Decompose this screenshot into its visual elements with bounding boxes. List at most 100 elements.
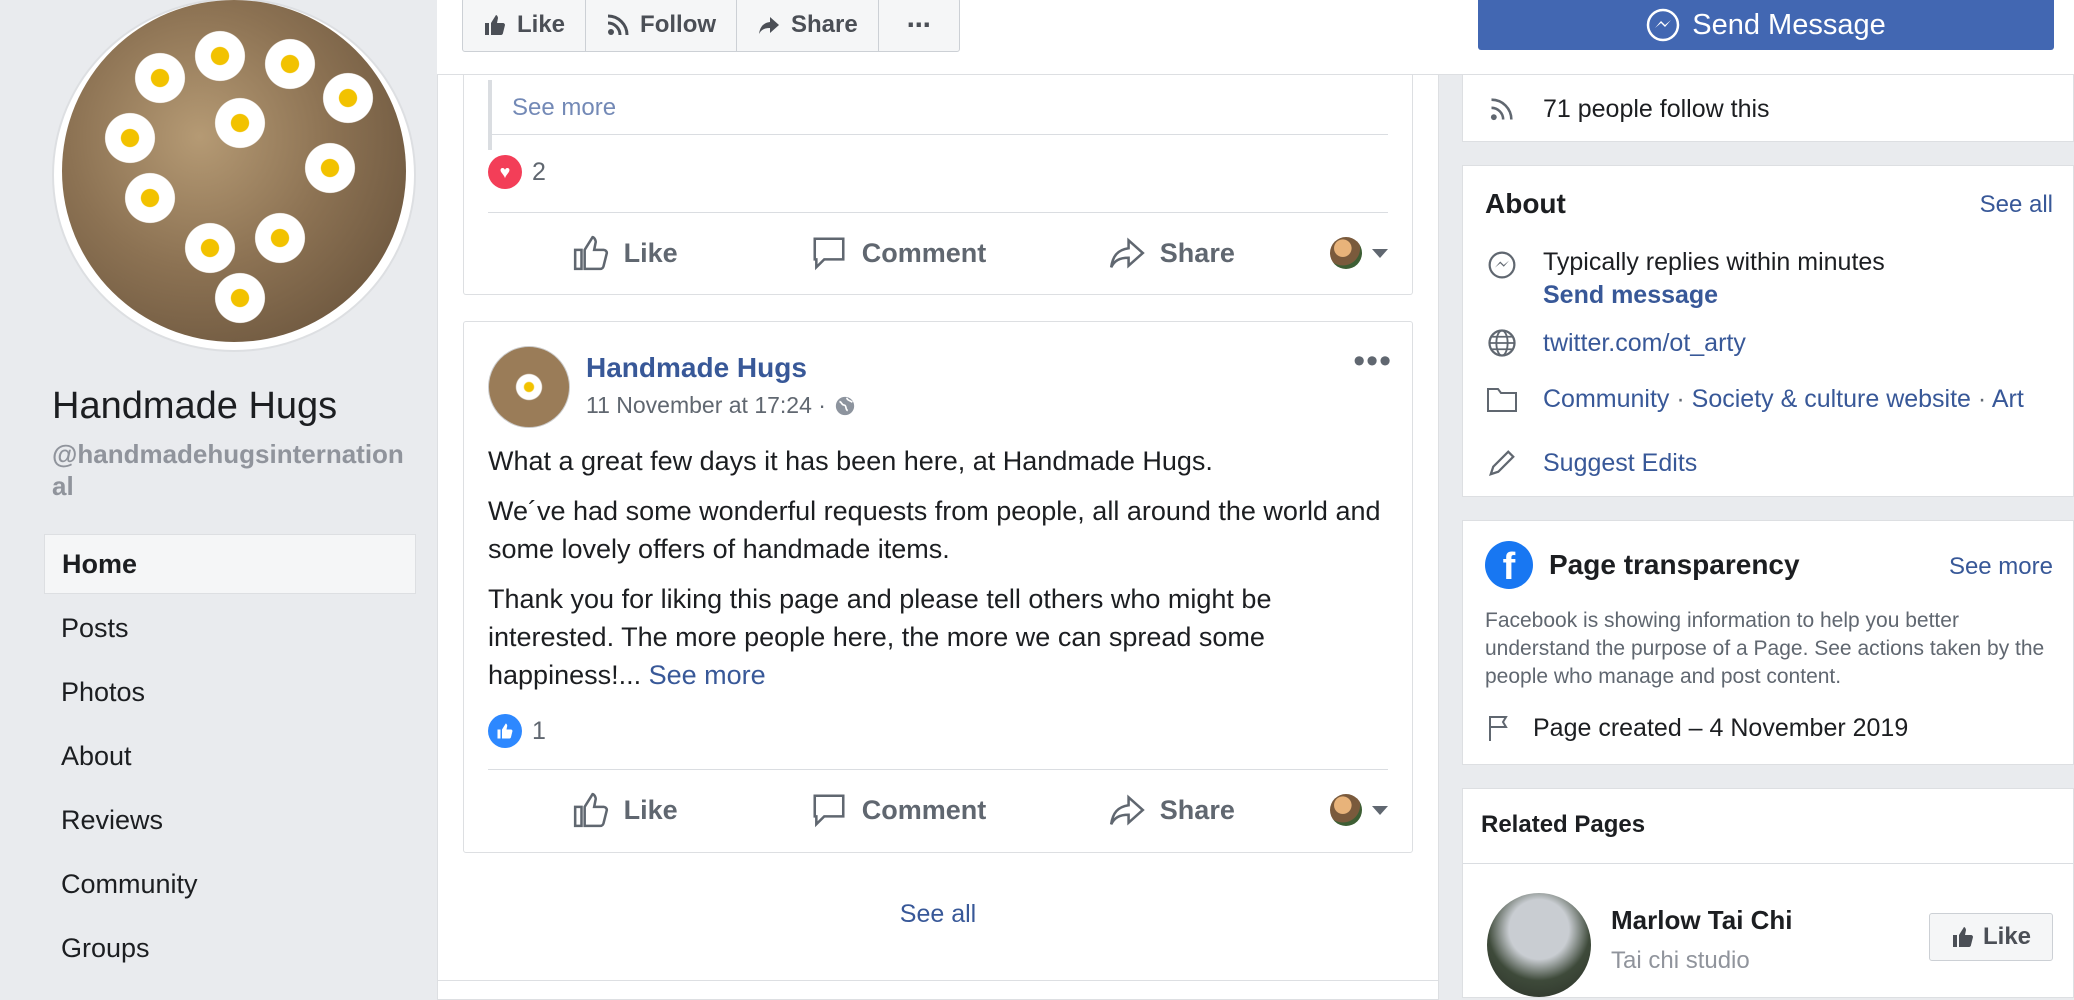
nav-item-groups[interactable]: Groups xyxy=(44,918,416,982)
website-row: twitter.com/ot_arty xyxy=(1485,326,1746,360)
followers-card: 71 people follow this xyxy=(1462,74,2074,142)
facebook-logo-icon: f xyxy=(1485,541,1533,589)
page-transparency-card: f Page transparency See more Facebook is… xyxy=(1462,520,2074,765)
transparency-description: Facebook is showing information to help … xyxy=(1485,609,2045,688)
thumbs-up-outline-icon xyxy=(573,235,608,271)
post-actions: Like Comment Share xyxy=(488,218,1388,288)
transparency-see-more-link[interactable]: See more xyxy=(1949,553,2053,581)
nav-item-about[interactable]: About xyxy=(44,726,416,790)
category-link[interactable]: Community xyxy=(1543,385,1669,413)
reaction-count: 1 xyxy=(532,716,546,745)
more-dots-icon: ⋯ xyxy=(906,11,931,39)
page-created-row: Page created – 4 November 2019 xyxy=(1485,711,1908,745)
user-avatar xyxy=(1329,237,1362,269)
post-actions: Like Comment Share xyxy=(488,775,1388,845)
divider xyxy=(488,134,1388,135)
divider xyxy=(488,212,1388,213)
post-card: Handmade Hugs 11 November at 17:24 · •••… xyxy=(463,321,1413,853)
like-reaction-icon xyxy=(488,714,522,748)
page-name: Handmade Hugs xyxy=(52,385,338,427)
post-author-name[interactable]: Handmade Hugs xyxy=(586,352,856,384)
profile-picture[interactable] xyxy=(54,0,414,350)
page-follow-button[interactable]: Follow xyxy=(586,0,738,51)
post-comment-button[interactable]: Comment xyxy=(761,234,1034,272)
thumbs-up-icon xyxy=(485,15,505,35)
website-link[interactable]: twitter.com/ot_arty xyxy=(1543,329,1746,358)
thumbs-up-icon xyxy=(1952,927,1973,947)
post-card: See more ♥ 2 Like Comment Share xyxy=(463,40,1413,295)
next-card xyxy=(437,980,1439,1000)
globe-icon xyxy=(1485,326,1519,360)
page-handle: @handmadehugsinternational xyxy=(52,439,404,501)
left-sidebar: Handmade Hugs @handmadehugsinternational… xyxy=(0,0,436,994)
chevron-down-icon xyxy=(1371,805,1388,815)
nav-item-community[interactable]: Community xyxy=(44,854,416,918)
chevron-down-icon xyxy=(1371,248,1388,258)
share-arrow-icon xyxy=(1109,794,1145,826)
transparency-header: f Page transparency xyxy=(1485,541,1800,589)
page-action-buttons: Like Follow Share ⋯ xyxy=(462,0,960,52)
related-pages-title: Related Pages xyxy=(1481,811,1646,838)
see-all-posts-link[interactable]: See all xyxy=(463,900,1413,929)
messenger-icon xyxy=(1485,248,1519,282)
response-time: Typically replies within minutes xyxy=(1543,248,1885,276)
post-as-selector[interactable] xyxy=(1308,794,1388,826)
page-like-button[interactable]: Like xyxy=(463,0,587,51)
post-text: What a great few days it has been here, … xyxy=(488,442,1388,706)
page-more-button[interactable]: ⋯ xyxy=(879,0,959,51)
about-see-all-link[interactable]: See all xyxy=(1980,191,2053,219)
divider xyxy=(1463,863,2073,864)
divider xyxy=(488,769,1388,770)
send-message-button[interactable]: Send Message xyxy=(1478,0,2054,50)
comment-icon xyxy=(813,794,845,828)
page-created-date: Page created – 4 November 2019 xyxy=(1533,713,1909,742)
flag-icon xyxy=(1485,711,1519,745)
user-avatar xyxy=(1329,794,1362,826)
rss-icon xyxy=(1485,92,1519,126)
nav-item-posts[interactable]: Posts xyxy=(44,598,416,662)
see-more-link[interactable]: See more xyxy=(649,660,766,690)
related-pages-card: Related Pages Marlow Tai Chi Tai chi stu… xyxy=(1462,788,2074,998)
quote-bar xyxy=(488,80,492,150)
transparency-title: Page transparency xyxy=(1549,549,1800,580)
pencil-icon xyxy=(1485,446,1519,480)
response-row: Typically replies within minutes Send me… xyxy=(1485,248,1885,310)
post-like-button[interactable]: Like xyxy=(488,791,761,829)
about-title: About xyxy=(1485,188,1566,219)
reaction-summary[interactable]: 1 xyxy=(488,714,546,748)
post-comment-button[interactable]: Comment xyxy=(761,791,1034,829)
post-paragraph: What a great few days it has been here, … xyxy=(488,446,1213,476)
post-share-button[interactable]: Share xyxy=(1035,791,1308,829)
followers-row: 71 people follow this xyxy=(1485,92,1770,126)
suggest-edits-link[interactable]: Suggest Edits xyxy=(1543,449,1697,478)
post-author-avatar[interactable] xyxy=(488,346,570,428)
profile-photo-daisies xyxy=(62,0,406,342)
page-share-button[interactable]: Share xyxy=(737,0,879,51)
send-message-link[interactable]: Send message xyxy=(1543,281,1885,310)
nav-item-photos[interactable]: Photos xyxy=(44,662,416,726)
related-page-like-button[interactable]: Like xyxy=(1929,913,2053,961)
globe-icon xyxy=(835,396,855,415)
share-arrow-icon xyxy=(1109,237,1145,269)
related-page-avatar[interactable] xyxy=(1487,893,1591,997)
thumbs-up-outline-icon xyxy=(573,792,608,828)
rss-icon xyxy=(607,14,629,36)
post-meta: 11 November at 17:24 · xyxy=(586,392,856,419)
post-like-button[interactable]: Like xyxy=(488,234,761,272)
about-card: About See all Typically replies within m… xyxy=(1462,165,2074,497)
post-options-icon[interactable]: ••• xyxy=(1353,342,1392,381)
nav-item-reviews[interactable]: Reviews xyxy=(44,790,416,854)
post-as-selector[interactable] xyxy=(1308,237,1388,269)
related-page-name[interactable]: Marlow Tai Chi xyxy=(1611,905,1793,936)
category-link[interactable]: Society & culture website xyxy=(1692,385,1971,413)
nav-item-home[interactable]: Home xyxy=(44,534,416,594)
suggest-edits-row: Suggest Edits xyxy=(1485,446,1697,480)
reaction-summary[interactable]: ♥ 2 xyxy=(488,155,546,189)
see-more-link[interactable]: See more xyxy=(512,94,616,122)
followers-count: 71 people follow this xyxy=(1543,94,1770,123)
category-row: Community · Society & culture website · … xyxy=(1485,382,2024,416)
love-reaction-icon: ♥ xyxy=(488,155,522,189)
category-link[interactable]: Art xyxy=(1992,385,2024,413)
post-timestamp[interactable]: 11 November at 17:24 · xyxy=(586,392,826,419)
post-share-button[interactable]: Share xyxy=(1035,234,1308,272)
